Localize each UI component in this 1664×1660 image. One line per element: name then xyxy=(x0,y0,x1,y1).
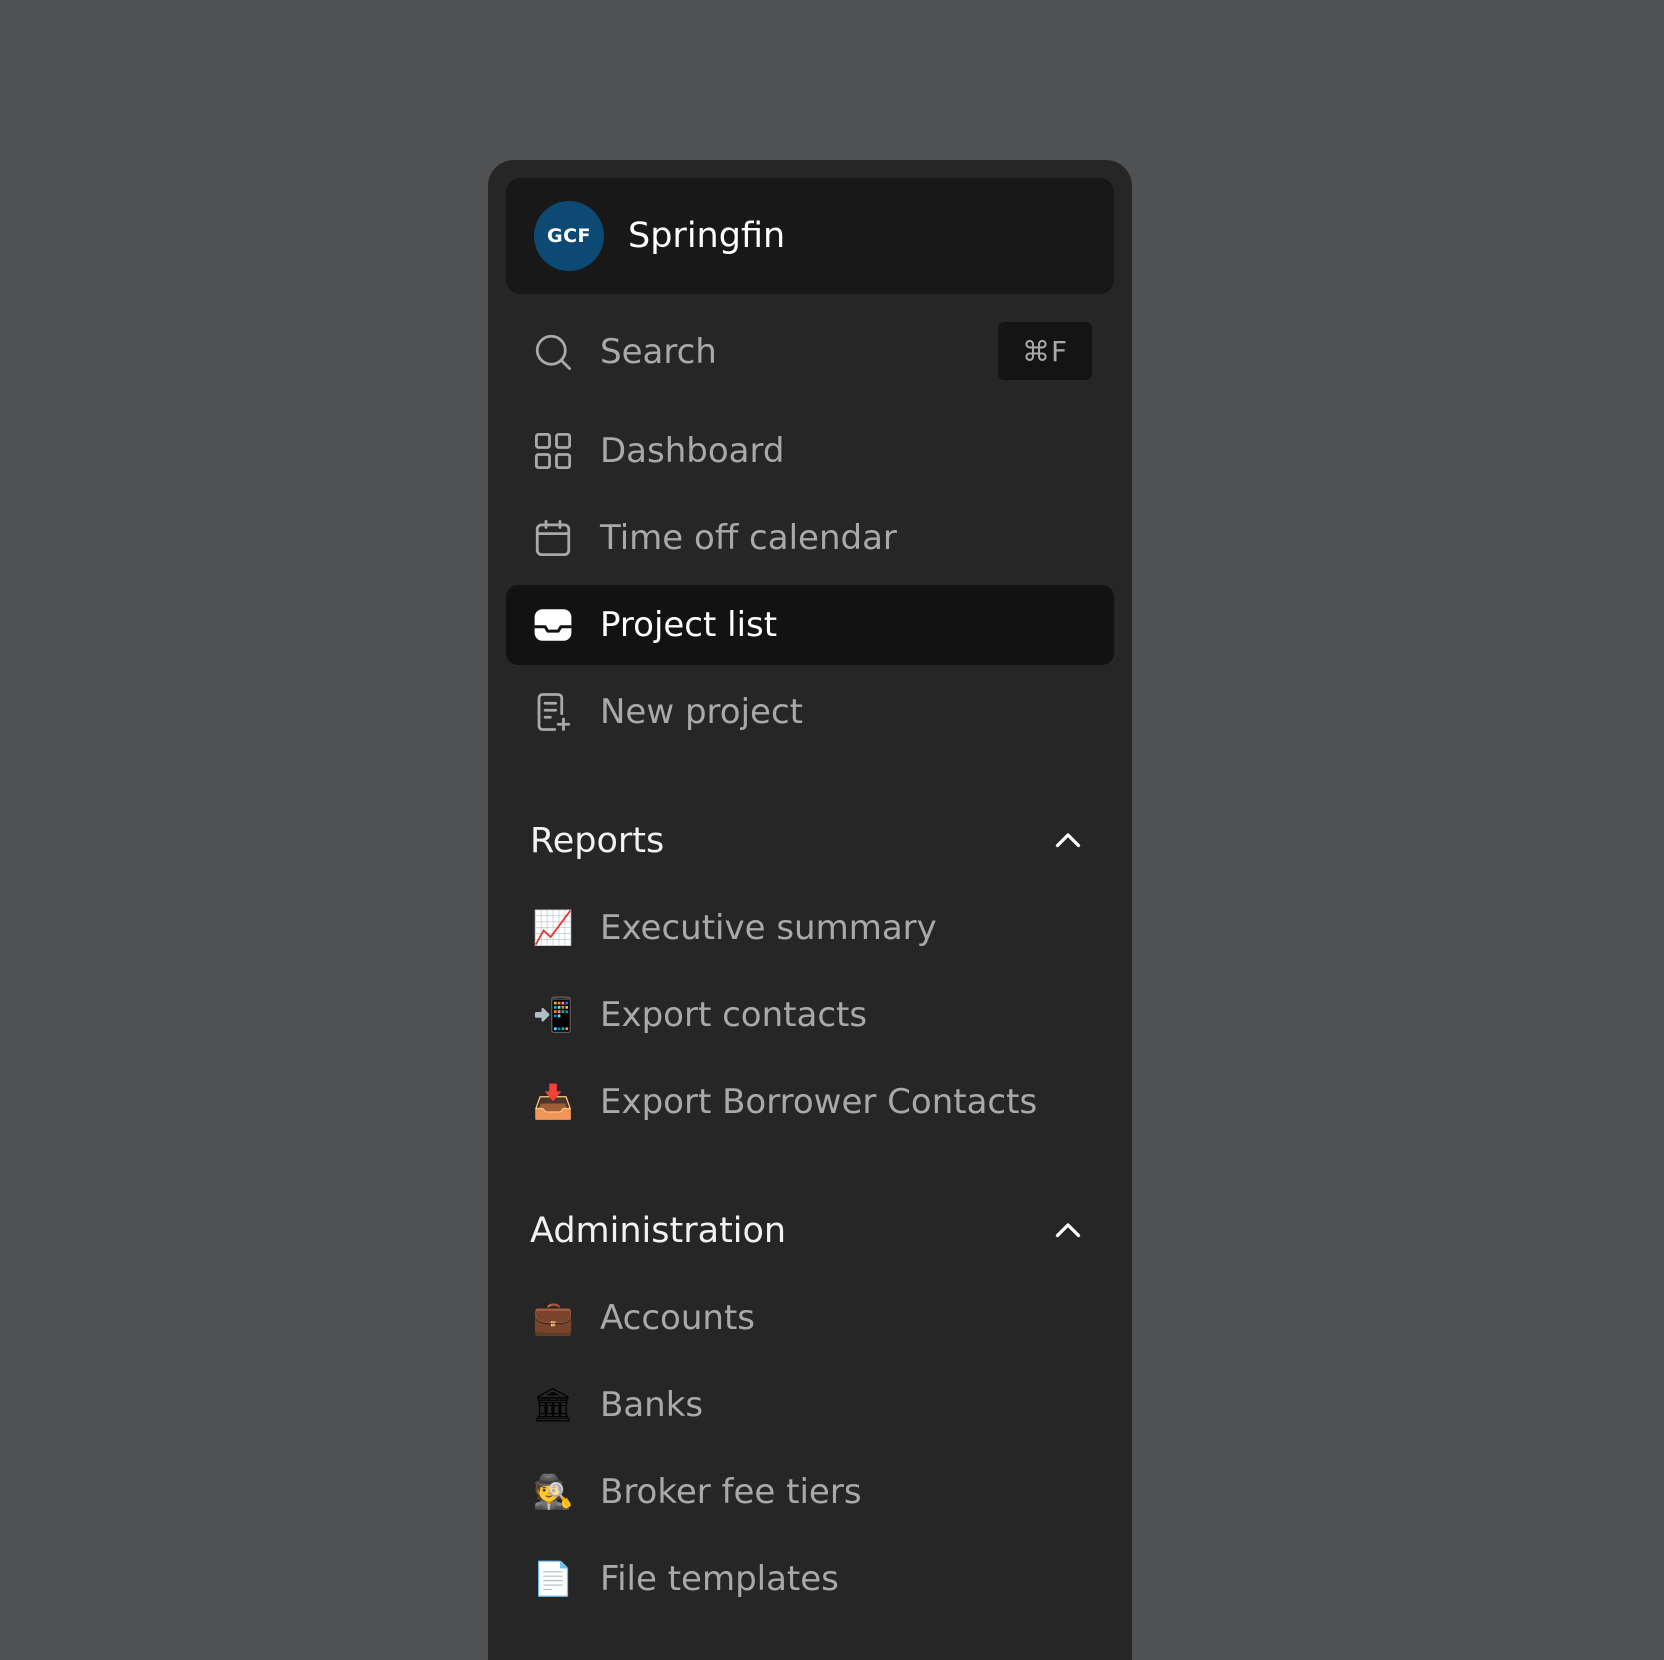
detective-icon: 🕵 xyxy=(532,1472,574,1511)
section-title: Reports xyxy=(530,821,665,861)
page-document-icon: 📄 xyxy=(532,1559,574,1598)
inbox-tray-icon xyxy=(532,604,574,646)
admin-item-label: Broker fee tiers xyxy=(600,1472,862,1512)
report-item-export-contacts[interactable]: 📲 Export contacts xyxy=(506,975,1114,1055)
report-item-executive-summary[interactable]: 📈 Executive summary xyxy=(506,888,1114,968)
report-item-label: Export Borrower Contacts xyxy=(600,1082,1038,1122)
admin-item-label: Accounts xyxy=(600,1298,755,1338)
nav-item-project-list[interactable]: Project list xyxy=(506,585,1114,665)
nav-item-label: Time off calendar xyxy=(600,518,897,558)
nav-item-label: New project xyxy=(600,692,803,732)
document-add-icon xyxy=(532,691,574,733)
briefcase-icon: 💼 xyxy=(532,1298,574,1337)
admin-item-accounts[interactable]: 💼 Accounts xyxy=(506,1278,1114,1358)
bank-building-icon: 🏛 xyxy=(532,1385,574,1424)
report-item-label: Executive summary xyxy=(600,908,937,948)
section-title: Administration xyxy=(530,1211,787,1251)
inbox-tray-emoji-icon: 📥 xyxy=(532,1082,574,1121)
section-header-reports[interactable]: Reports xyxy=(506,801,1114,881)
admin-item-banks[interactable]: 🏛 Banks xyxy=(506,1365,1114,1445)
admin-item-label: File templates xyxy=(600,1559,839,1599)
nav-item-label: Project list xyxy=(600,605,778,645)
search-placeholder: Search xyxy=(600,332,717,372)
org-name: Springfin xyxy=(628,216,786,256)
search-shortcut-badge: ⌘F xyxy=(998,322,1092,380)
search-icon xyxy=(532,331,574,373)
dashboard-grid-icon xyxy=(532,430,574,472)
mobile-arrow-icon: 📲 xyxy=(532,995,574,1034)
nav-item-dashboard[interactable]: Dashboard xyxy=(506,411,1114,491)
nav-item-new-project[interactable]: New project xyxy=(506,672,1114,752)
admin-item-broker-fee-tiers[interactable]: 🕵 Broker fee tiers xyxy=(506,1452,1114,1532)
calendar-icon xyxy=(532,517,574,559)
nav-item-label: Dashboard xyxy=(600,431,785,471)
chevron-up-icon xyxy=(1055,1223,1081,1238)
section-header-administration[interactable]: Administration xyxy=(506,1191,1114,1271)
report-item-export-borrower-contacts[interactable]: 📥 Export Borrower Contacts xyxy=(506,1062,1114,1142)
chart-increasing-icon: 📈 xyxy=(532,908,574,947)
org-switcher[interactable]: GCF Springfin xyxy=(506,178,1114,294)
admin-item-file-templates[interactable]: 📄 File templates xyxy=(506,1539,1114,1619)
search-input[interactable]: Search ⌘F xyxy=(506,312,1114,392)
org-logo: GCF xyxy=(534,201,604,271)
sidebar: GCF Springfin Search ⌘F Dashboard Time o… xyxy=(488,160,1132,1660)
nav-item-time-off-calendar[interactable]: Time off calendar xyxy=(506,498,1114,578)
chevron-up-icon xyxy=(1055,833,1081,848)
admin-item-label: Banks xyxy=(600,1385,704,1425)
report-item-label: Export contacts xyxy=(600,995,868,1035)
